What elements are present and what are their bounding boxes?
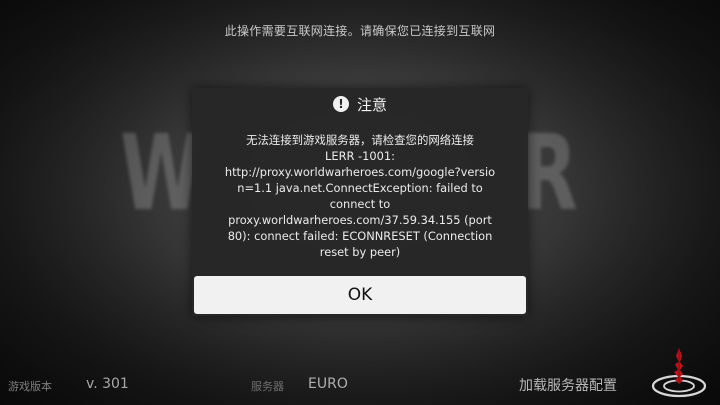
game-screen: W R 此操作需要互联网连接。请确保您已连接到互联网 ! 注意 无法连接到游戏服… [0, 0, 720, 405]
message-line: proxy.worldwarheroes.com/37.59.34.155 (p… [228, 213, 492, 227]
message-line: http://proxy.worldwarheroes.com/google?v… [224, 165, 496, 179]
message-line: LERR -1001: [325, 149, 395, 163]
message-line: reset by peer) [319, 245, 401, 259]
dialog-header: ! 注意 [192, 88, 528, 120]
connection-notice: 此操作需要互联网连接。请确保您已连接到互联网 [224, 24, 496, 38]
logo-letter-right: R [520, 112, 580, 234]
server-value: EURO [308, 376, 348, 392]
message-line: 80): connect failed: ECONNRESET (Connect… [227, 229, 493, 243]
load-server-config-status: 加载服务器配置 [519, 378, 617, 394]
dialog-message: 无法连接到游戏服务器，请检查您的网络连接 LERR -1001: http://… [212, 132, 508, 260]
server-label: 服务器 [251, 380, 284, 393]
message-line: 无法连接到游戏服务器，请检查您的网络连接 [246, 133, 474, 147]
game-version-value: v. 301 [86, 376, 129, 392]
dialog-title: 注意 [356, 95, 387, 114]
message-line: n=1.1 java.net.ConnectException: failed … [237, 181, 483, 195]
error-dialog: ! 注意 无法连接到游戏服务器，请检查您的网络连接 LERR -1001: ht… [192, 88, 528, 316]
loading-radar-icon [651, 348, 707, 398]
message-line: connect to [329, 197, 391, 211]
ok-button[interactable]: OK [194, 276, 526, 314]
alert-circle-icon: ! [332, 96, 349, 112]
bottom-bar: 游戏版本 v. 301 服务器 EURO 加载服务器配置 [0, 370, 720, 405]
game-version-label: 游戏版本 [8, 380, 52, 393]
